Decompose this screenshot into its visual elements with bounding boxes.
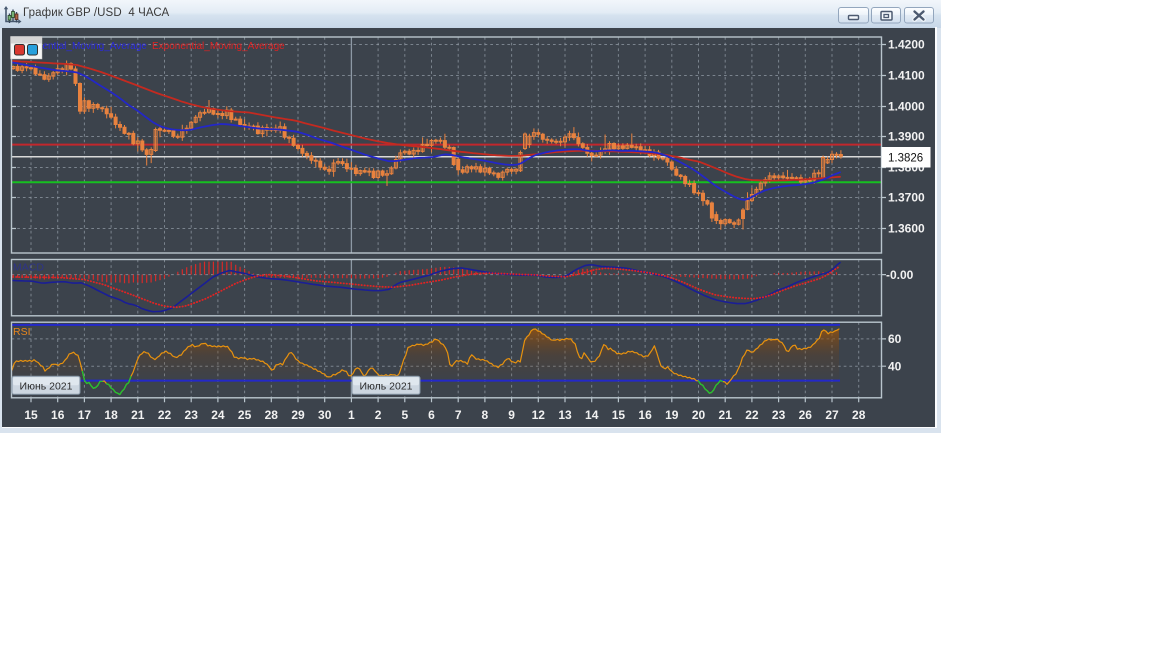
svg-text:22: 22	[158, 408, 172, 422]
svg-text:RSI: RSI	[13, 326, 31, 338]
svg-text:21: 21	[719, 408, 733, 422]
svg-text:ential_Moving_Average: ential_Moving_Average	[43, 41, 148, 52]
svg-text:1.3700: 1.3700	[888, 191, 925, 205]
svg-text:30: 30	[318, 408, 332, 422]
svg-text:8: 8	[482, 408, 489, 422]
svg-text:14: 14	[585, 408, 599, 422]
svg-text:1.3900: 1.3900	[888, 130, 925, 144]
svg-text:15: 15	[612, 408, 626, 422]
svg-text:23: 23	[185, 408, 199, 422]
svg-text:60: 60	[888, 332, 902, 346]
svg-text:Июль 2021: Июль 2021	[359, 380, 412, 392]
svg-text:MACD: MACD	[13, 262, 44, 274]
svg-text:16: 16	[638, 408, 652, 422]
svg-text:18: 18	[104, 408, 118, 422]
svg-text:1.4000: 1.4000	[888, 100, 925, 114]
svg-text:5: 5	[401, 408, 408, 422]
svg-text:1.3826: 1.3826	[888, 153, 923, 165]
svg-text:1: 1	[348, 408, 355, 422]
svg-text:28: 28	[852, 408, 866, 422]
svg-text:29: 29	[291, 408, 305, 422]
svg-text:1.3600: 1.3600	[888, 222, 925, 236]
svg-text:13: 13	[558, 408, 572, 422]
svg-text:9: 9	[508, 408, 515, 422]
svg-text:40: 40	[888, 359, 902, 373]
svg-text:27: 27	[825, 408, 839, 422]
svg-text:25: 25	[238, 408, 252, 422]
svg-text:-0.00: -0.00	[886, 268, 914, 282]
svg-text:6: 6	[428, 408, 435, 422]
svg-text:16: 16	[51, 408, 65, 422]
svg-text:15: 15	[24, 408, 38, 422]
svg-text:28: 28	[265, 408, 279, 422]
svg-text:23: 23	[772, 408, 786, 422]
svg-text:7: 7	[455, 408, 462, 422]
svg-text:Июнь 2021: Июнь 2021	[20, 380, 73, 392]
svg-text:26: 26	[799, 408, 813, 422]
svg-text:1.4200: 1.4200	[888, 38, 925, 52]
svg-text:2: 2	[375, 408, 382, 422]
svg-text:19: 19	[665, 408, 679, 422]
svg-text:22: 22	[745, 408, 759, 422]
svg-text:17: 17	[78, 408, 92, 422]
svg-text:24: 24	[211, 408, 225, 422]
svg-text:21: 21	[131, 408, 145, 422]
svg-text:12: 12	[532, 408, 546, 422]
svg-text:20: 20	[692, 408, 706, 422]
svg-text:1.4100: 1.4100	[888, 69, 925, 83]
svg-text:Exponential_Moving_Average: Exponential_Moving_Average	[152, 41, 285, 52]
